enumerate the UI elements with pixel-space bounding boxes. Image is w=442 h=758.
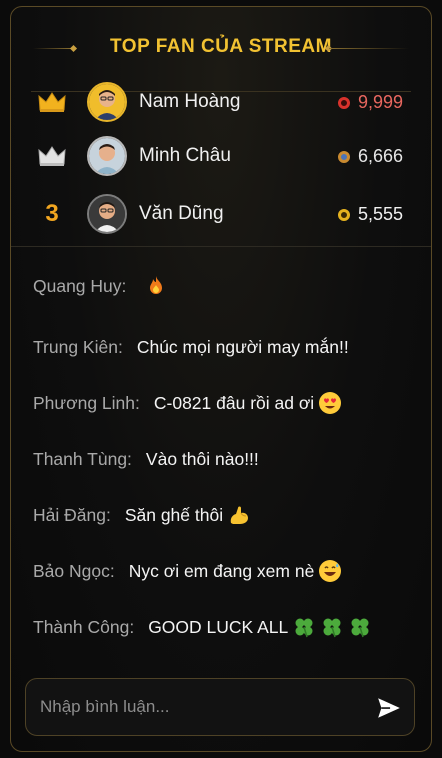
chat-text: C-0821 đâu rồi ad ơi <box>154 391 342 415</box>
fan-score: 5,555 <box>337 204 403 225</box>
ranking-row-1[interactable]: Nam Hoàng 9,999 <box>11 77 431 127</box>
fan-name: Minh Châu <box>139 145 231 166</box>
chat-message: Thành Công: GOOD LUCK ALL <box>33 613 411 641</box>
chat-message: Quang Huy: <box>33 272 411 300</box>
header-divider-right <box>329 48 409 49</box>
chat-username: Trung Kiên: <box>33 336 123 357</box>
chat-text: Vào thôi nào!!! <box>145 448 259 469</box>
grinning-sweat-icon <box>319 560 342 582</box>
ranking-row-3[interactable]: 3 Văn Dũng 5,555 <box>11 189 431 239</box>
comment-input[interactable] <box>40 679 360 735</box>
avatar[interactable] <box>87 194 127 234</box>
top-fan-panel: TOP FAN CỦA STREAM Nam Hoàng 9,999 Minh … <box>10 6 432 752</box>
crown-gold-icon <box>35 87 69 117</box>
fire-icon <box>150 276 163 294</box>
chat-username: Phương Linh: <box>33 392 140 413</box>
coin-icon <box>337 96 350 109</box>
chat-message: Trung Kiên: Chúc mọi người may mắn!! <box>33 333 411 361</box>
coin-icon <box>337 208 350 221</box>
fan-name: Nam Hoàng <box>139 91 241 112</box>
rank-number-badge: 3 <box>45 200 59 227</box>
chat-username: Thành Công: <box>33 616 135 637</box>
score-value: 9,999 <box>357 92 403 112</box>
four-leaf-clover-icon <box>323 618 341 638</box>
four-leaf-clover-icon <box>351 618 369 638</box>
coin-icon <box>337 150 350 163</box>
ranking-separator <box>11 246 431 247</box>
chat-text: Săn ghế thôi <box>125 503 251 527</box>
score-value: 5,555 <box>357 204 403 224</box>
heart-eyes-icon <box>319 392 342 414</box>
chat-username: Bảo Ngọc: <box>33 560 115 581</box>
chat-username: Thanh Tùng: <box>33 448 132 469</box>
fan-score: 6,666 <box>337 146 403 167</box>
score-value: 6,666 <box>357 146 403 166</box>
comment-input-box <box>25 678 415 736</box>
chat-text: Chúc mọi người may mắn!! <box>136 336 349 357</box>
fan-score: 9,999 <box>337 92 403 113</box>
avatar[interactable] <box>87 136 127 176</box>
avatar[interactable] <box>87 82 127 122</box>
flexed-biceps-icon <box>230 506 249 524</box>
chat-message: Bảo Ngọc: Nyc ơi em đang xem nè <box>33 557 411 585</box>
panel-header: TOP FAN CỦA STREAM <box>11 33 431 92</box>
crown-silver-icon <box>35 141 69 171</box>
chat-text: Nyc ơi em đang xem nè <box>129 559 343 583</box>
chat-text <box>140 274 168 298</box>
chat-message: Thanh Tùng: Vào thôi nào!!! <box>33 445 411 473</box>
fan-name: Văn Dũng <box>139 203 224 224</box>
chat-message: Phương Linh: C-0821 đâu rồi ad ơi <box>33 389 411 417</box>
send-icon[interactable] <box>376 695 402 721</box>
chat-username: Hải Đăng: <box>33 504 111 525</box>
ranking-row-2[interactable]: Minh Châu 6,666 <box>11 131 431 181</box>
chat-username: Quang Huy: <box>33 275 127 296</box>
four-leaf-clover-icon <box>295 618 313 638</box>
chat-text: GOOD LUCK ALL <box>148 615 372 639</box>
chat-message: Hải Đăng: Săn ghế thôi <box>33 501 411 529</box>
panel-title: TOP FAN CỦA STREAM <box>110 36 332 57</box>
